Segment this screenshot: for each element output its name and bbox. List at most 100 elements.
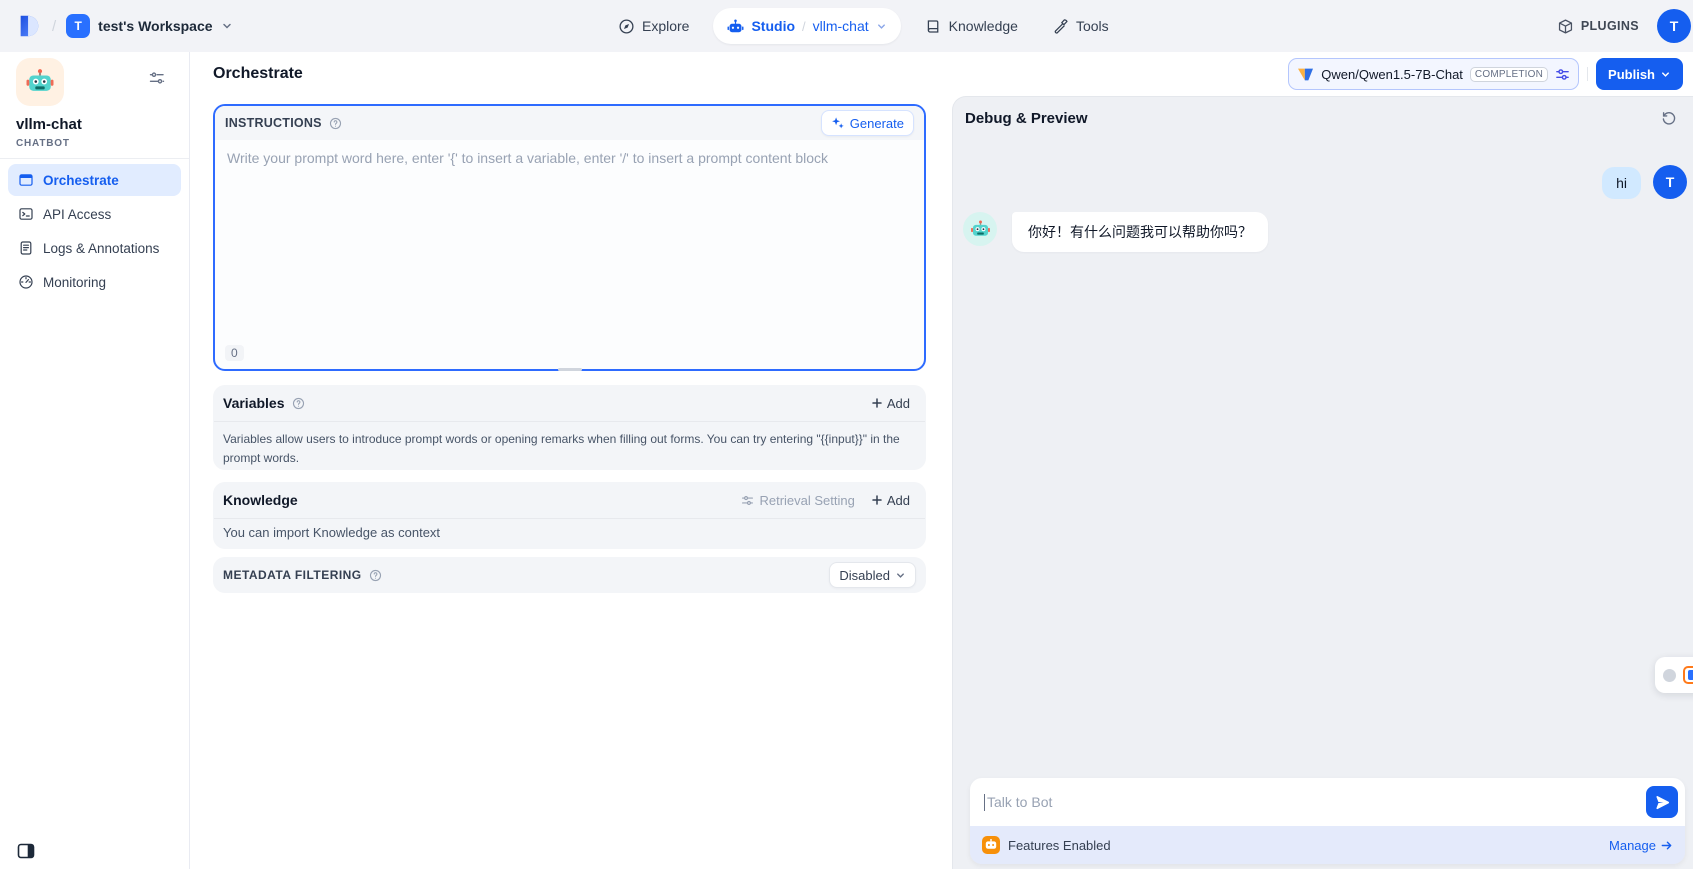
add-knowledge-label: Add — [887, 493, 910, 508]
knowledge-description: You can import Knowledge as context — [213, 519, 926, 546]
retrieval-setting-button[interactable]: Retrieval Setting — [741, 493, 854, 508]
chat-message-user: hi T — [953, 165, 1693, 199]
breadcrumb-separator: / — [52, 18, 56, 35]
manage-label: Manage — [1609, 838, 1656, 853]
nav-center: Explore Studio / vllm-chat Knowledge Too… — [608, 8, 1119, 44]
studio-separator: / — [802, 19, 806, 34]
knowledge-icon — [925, 18, 942, 35]
nav-studio-label: Studio — [751, 18, 795, 34]
add-knowledge-button[interactable]: Add — [865, 489, 916, 512]
metadata-title: METADATA FILTERING — [223, 568, 382, 582]
nav-explore-label: Explore — [642, 18, 689, 34]
dify-logo[interactable] — [16, 13, 42, 39]
debug-header: Debug & Preview — [953, 97, 1693, 139]
retrieval-setting-icon — [741, 494, 754, 507]
widget-drag-dot[interactable] — [1663, 669, 1676, 682]
features-label: Features Enabled — [1008, 838, 1111, 853]
add-variable-button[interactable]: Add — [865, 392, 916, 415]
logs-icon — [18, 240, 34, 256]
knowledge-card: Knowledge Retrieval Setting Add You can … — [213, 482, 926, 549]
sidebar-item-logs-annotations[interactable]: Logs & Annotations — [8, 232, 181, 264]
metadata-filtering-dropdown[interactable]: Disabled — [829, 562, 916, 588]
sidebar: vllm-chat CHATBOT Orchestrate API Access… — [0, 52, 190, 869]
sidebar-item-orchestrate[interactable]: Orchestrate — [8, 164, 181, 196]
sidebar-item-api-access[interactable]: API Access — [8, 198, 181, 230]
knowledge-header: Knowledge Retrieval Setting Add — [213, 482, 926, 518]
workspace-name: test's Workspace — [98, 18, 212, 34]
nav-knowledge[interactable]: Knowledge — [915, 8, 1028, 44]
robot-emoji-icon — [25, 67, 55, 97]
instructions-card: INSTRUCTIONS Generate Write your prompt … — [213, 104, 926, 371]
header-divider — [1587, 67, 1588, 81]
publish-button[interactable]: Publish — [1596, 58, 1683, 90]
chat-input-placeholder: Talk to Bot — [987, 794, 1052, 810]
terminal-icon — [18, 206, 34, 222]
variables-header: Variables Add — [213, 385, 926, 421]
text-cursor — [984, 794, 985, 811]
restart-conversation-button[interactable] — [1659, 108, 1679, 128]
app-icon — [16, 58, 64, 106]
generate-label: Generate — [850, 116, 904, 131]
sparkles-icon — [831, 116, 845, 130]
nav-explore[interactable]: Explore — [608, 8, 699, 44]
sidebar-item-monitoring[interactable]: Monitoring — [8, 266, 181, 298]
workspace-avatar: T — [66, 14, 90, 38]
manage-features-link[interactable]: Manage — [1609, 838, 1673, 853]
nav-right: PLUGINS T — [1557, 0, 1691, 52]
top-nav: / T test's Workspace Explore Studio / vl… — [0, 0, 1693, 52]
prompt-editor[interactable]: Write your prompt word here, enter '{' t… — [215, 140, 924, 300]
arrow-right-icon — [1660, 839, 1673, 852]
orchestrate-icon — [18, 172, 34, 188]
model-selector[interactable]: Qwen/Qwen1.5-7B-Chat COMPLETION — [1288, 58, 1579, 90]
nav-tools[interactable]: Tools — [1042, 8, 1119, 44]
floating-widget — [1655, 657, 1693, 693]
chevron-down-icon — [221, 20, 233, 32]
main-area: Orchestrate Qwen/Qwen1.5-7B-Chat COMPLET… — [190, 52, 1693, 869]
nav-tools-label: Tools — [1076, 18, 1109, 34]
model-params-icon — [1555, 67, 1570, 82]
sidebar-item-label: Orchestrate — [43, 173, 119, 188]
widget-plugin-icon[interactable] — [1683, 666, 1693, 684]
workspace-selector[interactable]: T test's Workspace — [66, 14, 232, 38]
sidebar-item-label: API Access — [43, 207, 111, 222]
help-icon — [329, 117, 342, 130]
vllm-icon — [1297, 67, 1314, 82]
app-settings-icon[interactable] — [149, 70, 165, 86]
variables-title: Variables — [223, 395, 305, 411]
debug-title: Debug & Preview — [965, 110, 1088, 127]
metadata-filtering-card: METADATA FILTERING Disabled — [213, 557, 926, 593]
sidebar-menu: Orchestrate API Access Logs & Annotation… — [8, 164, 181, 300]
features-bar: Features Enabled Manage — [970, 826, 1685, 864]
nav-plugins-label: PLUGINS — [1581, 19, 1639, 33]
add-variable-label: Add — [887, 396, 910, 411]
monitoring-icon — [18, 274, 34, 290]
char-counter: 0 — [225, 345, 244, 361]
plus-icon — [871, 494, 883, 506]
nav-studio[interactable]: Studio / vllm-chat — [713, 8, 900, 44]
chevron-down-icon — [876, 21, 887, 32]
nav-left: / T test's Workspace — [16, 0, 233, 52]
chevron-down-icon — [1660, 69, 1671, 80]
knowledge-title: Knowledge — [223, 492, 298, 508]
resize-handle[interactable] — [558, 368, 582, 371]
send-button[interactable] — [1646, 786, 1678, 818]
user-avatar[interactable]: T — [1657, 9, 1691, 43]
bot-avatar — [963, 212, 997, 246]
help-icon — [369, 569, 382, 582]
chevron-down-icon — [895, 570, 906, 581]
header-actions: Qwen/Qwen1.5-7B-Chat COMPLETION Publish — [1288, 58, 1683, 90]
instructions-title: INSTRUCTIONS — [225, 116, 342, 130]
generate-button[interactable]: Generate — [821, 110, 914, 136]
model-name: Qwen/Qwen1.5-7B-Chat — [1321, 67, 1463, 82]
collapse-panel-icon[interactable] — [16, 841, 36, 861]
config-column: INSTRUCTIONS Generate Write your prompt … — [213, 104, 926, 593]
user-message-avatar: T — [1653, 165, 1687, 199]
retrieval-setting-label: Retrieval Setting — [759, 493, 854, 508]
app-type-badge: CHATBOT — [16, 138, 70, 149]
nav-studio-app: vllm-chat — [813, 18, 869, 34]
nav-plugins[interactable]: PLUGINS — [1557, 18, 1639, 35]
user-message-bubble: hi — [1602, 167, 1641, 199]
chat-input[interactable]: Talk to Bot — [970, 778, 1685, 826]
features-icon — [982, 836, 1000, 854]
robot-icon — [727, 18, 744, 35]
